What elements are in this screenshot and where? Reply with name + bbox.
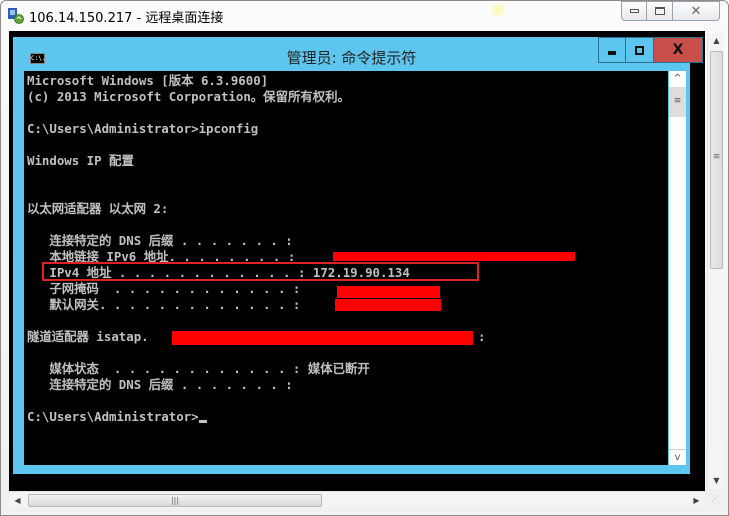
- decorative-glow: [491, 3, 505, 17]
- scrollbar-thumb[interactable]: ≡: [669, 87, 686, 117]
- redaction-gateway: [335, 299, 441, 311]
- grip-icon: ≡: [712, 152, 721, 162]
- rdp-titlebar[interactable]: 106.14.150.217 - 远程桌面连接: [1, 1, 728, 31]
- restore-icon: [654, 7, 665, 15]
- close-icon: ✕: [690, 3, 702, 19]
- scroll-down-icon[interactable]: ▼: [708, 473, 725, 489]
- rdp-close-button[interactable]: ✕: [672, 1, 720, 21]
- remote-desktop-window: 106.14.150.217 - 远程桌面连接 ✕ C:\. 管理员: 命令提示…: [0, 0, 729, 516]
- console-line: 隧道适配器 isatap.: [27, 329, 149, 344]
- prompt-text: C:\Users\Administrator>: [27, 409, 199, 424]
- console-line: Microsoft Windows [版本 6.3.9600]: [27, 73, 269, 88]
- scroll-left-icon[interactable]: ◀: [9, 492, 26, 509]
- ipv4-highlight-box: [42, 262, 479, 281]
- console-output[interactable]: Microsoft Windows [版本 6.3.9600] (c) 2013…: [24, 71, 668, 465]
- console-line: 默认网关. . . . . . . . . . . . . :: [27, 297, 301, 312]
- scrollbar-thumb[interactable]: ≡: [710, 51, 723, 269]
- console-line: 以太网适配器 以太网 2:: [27, 201, 169, 216]
- minimize-icon: [608, 50, 616, 55]
- console-line: Windows IP 配置: [27, 153, 134, 168]
- cmd-maximize-button[interactable]: [625, 37, 654, 63]
- scroll-right-icon[interactable]: ▶: [688, 492, 705, 509]
- console-prompt: C:\Users\Administrator>: [27, 409, 207, 425]
- console-line: C:\Users\Administrator>ipconfig: [27, 121, 259, 136]
- console-line: 媒体状态 . . . . . . . . . . . . : 媒体已断开: [27, 361, 370, 376]
- cmd-vertical-scrollbar[interactable]: ^ ≡ v: [669, 71, 686, 465]
- scroll-down-icon[interactable]: v: [669, 449, 686, 465]
- console-line-suffix: :: [478, 329, 486, 344]
- rdp-vertical-scrollbar[interactable]: ▲ ≡ ▼: [707, 33, 724, 489]
- scrollbar-thumb[interactable]: |||: [28, 494, 322, 507]
- console-line: 连接特定的 DNS 后缀 . . . . . . . :: [27, 233, 293, 248]
- close-icon: X: [672, 42, 684, 58]
- redaction-subnet-mask: [337, 286, 440, 298]
- resize-grip-icon[interactable]: ⋰: [711, 494, 723, 506]
- text-cursor: [198, 420, 207, 423]
- minimize-icon: [629, 9, 639, 13]
- console-line: 连接特定的 DNS 后缀 . . . . . . . :: [27, 377, 293, 392]
- cmd-close-button[interactable]: X: [653, 37, 703, 63]
- cmd-minimize-button[interactable]: [598, 37, 626, 63]
- console-line: (c) 2013 Microsoft Corporation。保留所有权利。: [27, 89, 350, 104]
- rdp-window-title: 106.14.150.217 - 远程桌面连接: [29, 11, 224, 26]
- redaction-isatap-name: [172, 331, 473, 345]
- maximize-icon: [635, 45, 644, 55]
- rdp-restore-button[interactable]: [646, 1, 673, 21]
- scroll-up-icon[interactable]: ▲: [708, 33, 725, 49]
- rdp-horizontal-scrollbar[interactable]: ◀ ||| ▶: [9, 491, 705, 508]
- rdp-minimize-button[interactable]: [621, 1, 647, 21]
- cmd-window-title: 管理员: 命令提示符: [286, 49, 417, 67]
- console-line: 子网掩码 . . . . . . . . . . . . :: [27, 281, 301, 296]
- redaction-ipv6: [333, 252, 575, 261]
- cmd-window: C:\. 管理员: 命令提示符 X Microsoft Windows [版本 …: [13, 37, 703, 474]
- remote-desktop-icon: [8, 8, 24, 24]
- remote-desktop-viewport[interactable]: C:\. 管理员: 命令提示符 X Microsoft Windows [版本 …: [9, 31, 705, 491]
- scroll-up-icon[interactable]: ^: [669, 71, 686, 87]
